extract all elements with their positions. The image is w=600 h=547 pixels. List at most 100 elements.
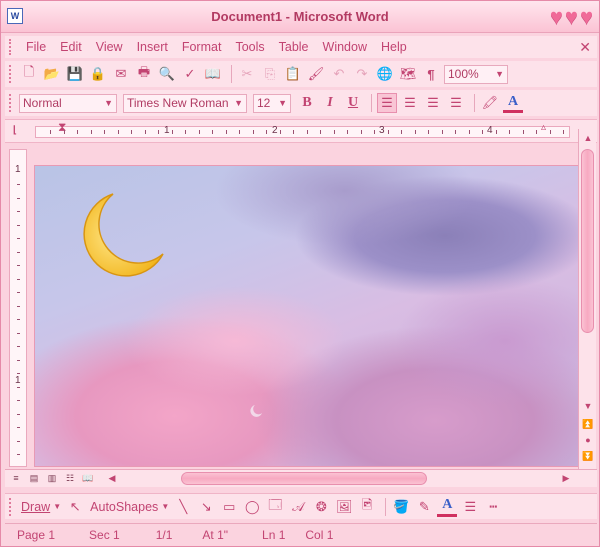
normal-view-icon[interactable]: ≡ xyxy=(9,471,23,485)
permission-icon[interactable]: 🔒 xyxy=(88,64,108,84)
separator xyxy=(385,497,387,516)
justify-icon[interactable]: ☰ xyxy=(446,93,466,113)
zoom-dropdown[interactable]: 100% ▼ xyxy=(444,64,508,84)
draw-menu[interactable]: Draw xyxy=(19,500,52,514)
menu-help[interactable]: Help xyxy=(374,40,414,54)
align-left-icon[interactable]: ☰ xyxy=(377,93,397,113)
menu-window[interactable]: Window xyxy=(316,40,374,54)
document-page[interactable] xyxy=(34,165,579,467)
underline-button[interactable]: U xyxy=(343,93,363,113)
size-dropdown[interactable]: 12 ▼ xyxy=(253,93,291,113)
vertical-scroll-thumb[interactable] xyxy=(581,149,594,333)
toolbar-grip[interactable] xyxy=(9,65,13,83)
autoshapes-menu[interactable]: AutoShapes xyxy=(88,500,160,514)
scroll-left-icon[interactable]: ◀ xyxy=(105,471,119,485)
word-window: W Document1 - Microsoft Word ♥ ♥ ♥ File … xyxy=(0,0,600,547)
spelling-icon[interactable]: ✓ xyxy=(180,64,200,84)
previous-page-icon[interactable]: ⏫ xyxy=(580,417,596,431)
style-dropdown[interactable]: Normal ▼ xyxy=(19,93,117,113)
vertical-scrollbar[interactable]: ▲ ▼ ⏫ ● ⏬ xyxy=(578,129,596,469)
align-right-icon[interactable]: ☰ xyxy=(423,93,443,113)
insert-picture-icon[interactable]: 🖻 xyxy=(357,497,377,517)
title-bar: W Document1 - Microsoft Word ♥ ♥ ♥ xyxy=(1,1,599,33)
ruler-tick xyxy=(17,386,20,388)
menu-file[interactable]: File xyxy=(19,40,53,54)
diagram-icon[interactable]: ❂ xyxy=(311,497,331,517)
ruler-tick xyxy=(266,130,267,134)
chevron-down-icon[interactable]: ▼ xyxy=(52,497,62,517)
print-preview-icon[interactable]: 🔍 xyxy=(157,64,177,84)
select-objects-icon[interactable]: ↖ xyxy=(65,497,85,517)
select-browse-object-icon[interactable]: ● xyxy=(580,433,596,447)
research-icon[interactable]: 📖 xyxy=(203,64,223,84)
toolbar-grip[interactable] xyxy=(9,497,13,516)
text-box-icon[interactable]: 🗔 xyxy=(265,497,285,517)
menu-tools[interactable]: Tools xyxy=(228,40,271,54)
redo-icon[interactable]: ↷ xyxy=(352,64,372,84)
email-icon[interactable]: ✉ xyxy=(111,64,131,84)
line-color-icon[interactable]: ✎ xyxy=(414,497,434,517)
format-painter-icon[interactable]: 🖌 xyxy=(306,64,326,84)
paste-icon[interactable]: 📋 xyxy=(283,64,303,84)
fill-color-icon[interactable]: 🪣 xyxy=(391,497,411,517)
undo-icon[interactable]: ↶ xyxy=(329,64,349,84)
clip-art-icon[interactable]: 🖼 xyxy=(334,497,354,517)
menu-edit[interactable]: Edit xyxy=(53,40,89,54)
ruler-tick xyxy=(252,130,254,134)
indent-marker-icon[interactable]: ⧗ xyxy=(58,120,66,135)
align-center-icon[interactable]: ☰ xyxy=(400,93,420,113)
font-color-icon[interactable]: A xyxy=(503,93,523,113)
save-icon[interactable]: 💾 xyxy=(65,64,85,84)
close-document-icon[interactable]: ✕ xyxy=(579,39,591,56)
menu-view[interactable]: View xyxy=(89,40,130,54)
print-layout-icon[interactable]: ▥ xyxy=(45,471,59,485)
horizontal-ruler[interactable]: ⌊ ⧗ 1 2 3 4 ▵ xyxy=(5,119,597,143)
font-dropdown[interactable]: Times New Roman ▼ xyxy=(123,93,247,113)
menu-grip[interactable] xyxy=(9,39,13,55)
menu-format[interactable]: Format xyxy=(175,40,229,54)
reading-layout-icon[interactable]: 📖 xyxy=(81,471,95,485)
wordart-icon[interactable]: 𝒜 xyxy=(288,497,308,517)
ruler-tick xyxy=(441,130,443,134)
document-map-icon[interactable]: 🗺 xyxy=(398,64,418,84)
outline-view-icon[interactable]: ☷ xyxy=(63,471,77,485)
open-folder-icon[interactable]: 📂 xyxy=(42,64,62,84)
scroll-down-icon[interactable]: ▼ xyxy=(580,399,596,413)
menu-table[interactable]: Table xyxy=(272,40,316,54)
horizontal-scroll-thumb[interactable] xyxy=(181,472,427,485)
show-hide-icon[interactable]: ¶ xyxy=(421,64,441,84)
toolbar-grip[interactable] xyxy=(9,94,13,112)
cut-icon[interactable]: ✂ xyxy=(237,64,257,84)
close-heart-icon[interactable]: ♥ xyxy=(580,6,593,28)
highlight-icon[interactable]: 🖍 xyxy=(480,93,500,113)
new-document-icon[interactable]: 🗋 xyxy=(19,64,39,84)
ruler-tick xyxy=(374,130,375,134)
chevron-down-icon[interactable]: ▼ xyxy=(160,497,170,517)
minimize-heart-icon[interactable]: ♥ xyxy=(550,6,563,28)
menu-insert[interactable]: Insert xyxy=(130,40,175,54)
web-layout-icon[interactable]: ▤ xyxy=(27,471,41,485)
arrow-icon[interactable]: ↘ xyxy=(196,497,216,517)
line-style-icon[interactable]: ☰ xyxy=(460,497,480,517)
ruler-tick xyxy=(198,130,200,134)
hyperlink-icon[interactable]: 🌐 xyxy=(375,64,395,84)
ruler-tick xyxy=(428,130,429,134)
scroll-up-icon[interactable]: ▲ xyxy=(580,131,596,145)
right-indent-marker-icon[interactable]: ▵ xyxy=(541,122,546,133)
italic-button[interactable]: I xyxy=(320,93,340,113)
tab-selector-icon[interactable]: ⌊ xyxy=(13,125,27,139)
scroll-right-icon[interactable]: ▶ xyxy=(559,471,573,485)
font-color-icon[interactable]: A xyxy=(437,497,458,517)
print-icon[interactable]: 🖶 xyxy=(134,64,154,84)
next-page-icon[interactable]: ⏬ xyxy=(580,449,596,463)
bold-button[interactable]: B xyxy=(297,93,317,113)
line-icon[interactable]: ╲ xyxy=(173,497,193,517)
rectangle-icon[interactable]: ▭ xyxy=(219,497,239,517)
ruler-tick xyxy=(171,130,173,134)
maximize-heart-icon[interactable]: ♥ xyxy=(565,6,578,28)
horizontal-scrollbar[interactable]: ≡ ▤ ▥ ☷ 📖 ◀ ▶ xyxy=(5,469,597,487)
oval-icon[interactable]: ◯ xyxy=(242,497,262,517)
ruler-number: 1 xyxy=(164,125,170,136)
dash-style-icon[interactable]: ┅ xyxy=(483,497,503,517)
copy-icon[interactable]: ⎘ xyxy=(260,64,280,84)
